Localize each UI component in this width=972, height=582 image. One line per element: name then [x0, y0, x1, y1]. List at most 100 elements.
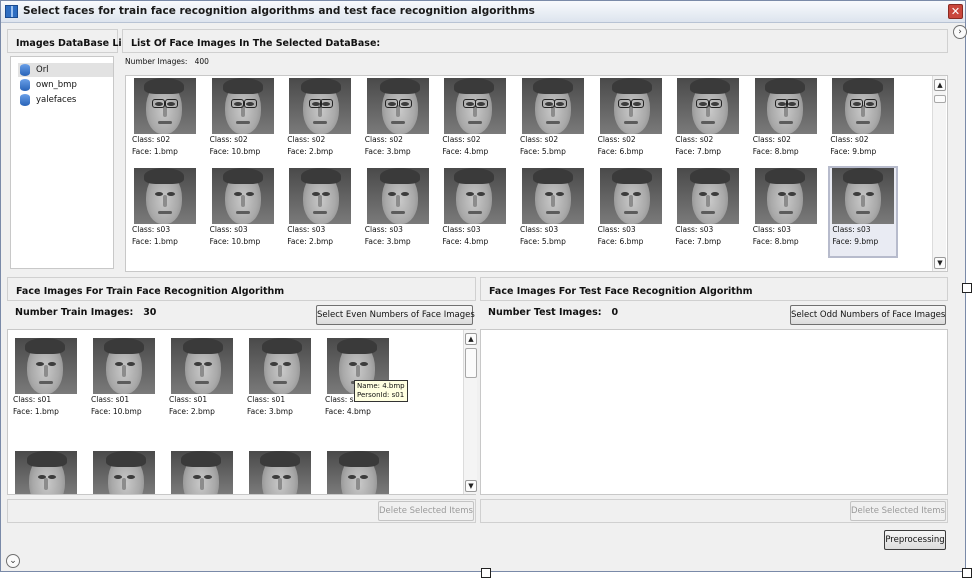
face-file-label: Face: 3.bmp: [364, 147, 411, 156]
face-thumbnail-partial[interactable]: [171, 451, 233, 494]
face-file-label: Face: 8.bmp: [752, 147, 799, 156]
face-thumbnail-partial[interactable]: [15, 451, 77, 494]
face-grid-scrollbar[interactable]: ▲ ▼: [932, 76, 946, 271]
train-delete-button[interactable]: Delete Selected Items: [378, 501, 474, 521]
face-class-label: Class: s03: [597, 225, 636, 234]
face-thumbnail[interactable]: Class: s01 Face: 2.bmp: [167, 336, 237, 428]
face-count-label: Number Images:: [125, 57, 188, 66]
face-tooltip: Name: 4.bmp PersonId: s01: [354, 380, 408, 402]
face-thumbnail[interactable]: Class: s03 Face: 8.bmp: [751, 166, 821, 258]
face-file-label: Face: 1.bmp: [132, 147, 178, 156]
face-thumbnail[interactable]: Class: s02 Face: 3.bmp: [363, 76, 433, 168]
face-image: [754, 168, 817, 224]
face-class-label: Class: s02: [675, 135, 714, 144]
select-odd-button[interactable]: Select Odd Numbers of Face Images: [790, 305, 946, 325]
collapse-button[interactable]: ⌄: [6, 554, 20, 568]
face-thumbnail-partial[interactable]: [327, 451, 389, 494]
select-even-button[interactable]: Select Even Numbers of Face Images: [316, 305, 475, 325]
face-class-label: Class: s02: [597, 135, 636, 144]
face-thumbnail[interactable]: Class: s02 Face: 9.bmp: [828, 76, 898, 168]
test-delete-button[interactable]: Delete Selected Items: [850, 501, 946, 521]
face-thumbnail[interactable]: Class: s03 Face: 7.bmp: [673, 166, 743, 258]
face-file-label: Face: 9.bmp: [832, 237, 879, 246]
face-file-label: Face: 4.bmp: [325, 407, 371, 416]
face-thumbnail-partial[interactable]: [249, 451, 311, 494]
face-file-label: Face: 10.bmp: [209, 237, 261, 246]
face-thumbnail[interactable]: Class: s02 Face: 5.bmp: [518, 76, 588, 168]
face-thumbnail[interactable]: Class: s01 Face: 3.bmp: [245, 336, 315, 428]
train-list[interactable]: Class: s01 Face: 1.bmp Class: s01 Face: 10.…: [7, 329, 477, 495]
test-list[interactable]: [480, 329, 948, 495]
face-class-label: Class: s01: [13, 395, 52, 404]
face-file-label: Face: 5.bmp: [520, 147, 566, 156]
face-file-label: Face: 8.bmp: [752, 237, 799, 246]
face-thumbnail[interactable]: Class: s03 Face: 2.bmp: [285, 166, 355, 258]
scroll-down-button[interactable]: ▼: [934, 257, 946, 269]
face-image: [522, 168, 584, 224]
face-class-label: Class: s03: [209, 225, 248, 234]
scroll-thumb[interactable]: [934, 95, 946, 103]
close-button[interactable]: ✕: [948, 4, 963, 19]
face-class-label: Class: s03: [287, 225, 326, 234]
test-count-value: 0: [611, 307, 619, 318]
face-file-label: Face: 7.bmp: [675, 237, 722, 246]
scroll-thumb[interactable]: [465, 348, 477, 378]
db-list[interactable]: Orl own_bmp yalefaces: [10, 56, 114, 269]
face-file-label: Face: 7.bmp: [675, 147, 722, 156]
face-file-label: Face: 3.bmp: [247, 407, 293, 416]
train-scrollbar[interactable]: ▲ ▼: [463, 330, 477, 494]
face-file-label: Face: 2.bmp: [287, 237, 334, 246]
db-list-header: Images DataBase List:: [7, 29, 136, 53]
face-class-label: Class: s03: [442, 225, 481, 234]
train-count-label: Number Train Images:: [15, 307, 134, 318]
db-item-own-bmp[interactable]: own_bmp: [18, 78, 113, 92]
resize-handle-bottom[interactable]: [481, 568, 491, 578]
face-thumbnail[interactable]: Class: s02 Face: 8.bmp: [751, 76, 821, 168]
test-count-label: Number Test Images:: [488, 307, 602, 318]
face-thumbnail[interactable]: Class: s02 Face: 2.bmp: [285, 76, 355, 168]
face-image: [599, 78, 662, 134]
db-item-yalefaces[interactable]: yalefaces: [18, 93, 113, 107]
face-grid[interactable]: Class: s02 Face: 1.bmp Class: s02 Face: 10.…: [125, 75, 948, 272]
database-icon: [20, 79, 30, 91]
preprocessing-button[interactable]: Preprocessing: [884, 530, 946, 550]
face-thumbnail[interactable]: Class: s03 Face: 3.bmp: [363, 166, 433, 258]
train-count-value: 30: [143, 307, 157, 318]
expand-button[interactable]: ›: [953, 25, 967, 39]
face-image: [444, 78, 507, 134]
face-image: [134, 78, 196, 134]
face-thumbnail[interactable]: Class: s03 Face: 1.bmp: [130, 166, 200, 258]
face-thumbnail[interactable]: Class: s03 Face: 6.bmp: [596, 166, 666, 258]
face-class-label: Class: s03: [520, 225, 559, 234]
face-class-label: Class: s03: [364, 225, 403, 234]
face-thumbnail[interactable]: Class: s02 Face: 10.bmp: [208, 76, 278, 168]
scroll-up-button[interactable]: ▲: [465, 333, 477, 345]
face-thumbnail[interactable]: Class: s03 Face: 9.bmp: [828, 166, 899, 258]
face-class-label: Class: s01: [247, 395, 286, 404]
face-image: [832, 168, 895, 224]
face-thumbnail-partial[interactable]: [93, 451, 155, 494]
app-icon: [5, 5, 18, 18]
scroll-up-button[interactable]: ▲: [934, 79, 946, 91]
scroll-down-button[interactable]: ▼: [465, 480, 477, 492]
face-thumbnail[interactable]: Class: s01 Face: 1.bmp: [11, 336, 81, 428]
resize-handle-corner[interactable]: [962, 568, 972, 578]
face-thumbnail[interactable]: Class: s03 Face: 4.bmp: [440, 166, 510, 258]
face-image: [93, 338, 155, 394]
face-thumbnail[interactable]: Class: s02 Face: 6.bmp: [596, 76, 666, 168]
db-item-orl[interactable]: Orl: [18, 63, 113, 77]
face-thumbnail[interactable]: Class: s01 Face: 10.bmp: [89, 336, 159, 428]
face-class-label: Class: s02: [132, 135, 171, 144]
db-item-label: yalefaces: [36, 95, 77, 105]
face-file-label: Face: 1.bmp: [132, 237, 178, 246]
face-thumbnail[interactable]: Class: s03 Face: 10.bmp: [208, 166, 278, 258]
face-file-label: Face: 6.bmp: [597, 147, 644, 156]
face-thumbnail[interactable]: Class: s02 Face: 7.bmp: [673, 76, 743, 168]
face-thumbnail[interactable]: Class: s02 Face: 1.bmp: [130, 76, 200, 168]
resize-handle-right[interactable]: [962, 283, 972, 293]
face-image: [134, 168, 196, 224]
face-image: [444, 168, 507, 224]
face-thumbnail[interactable]: Class: s02 Face: 4.bmp: [440, 76, 510, 168]
face-thumbnail[interactable]: Class: s03 Face: 5.bmp: [518, 166, 588, 258]
face-class-label: Class: s02: [364, 135, 403, 144]
